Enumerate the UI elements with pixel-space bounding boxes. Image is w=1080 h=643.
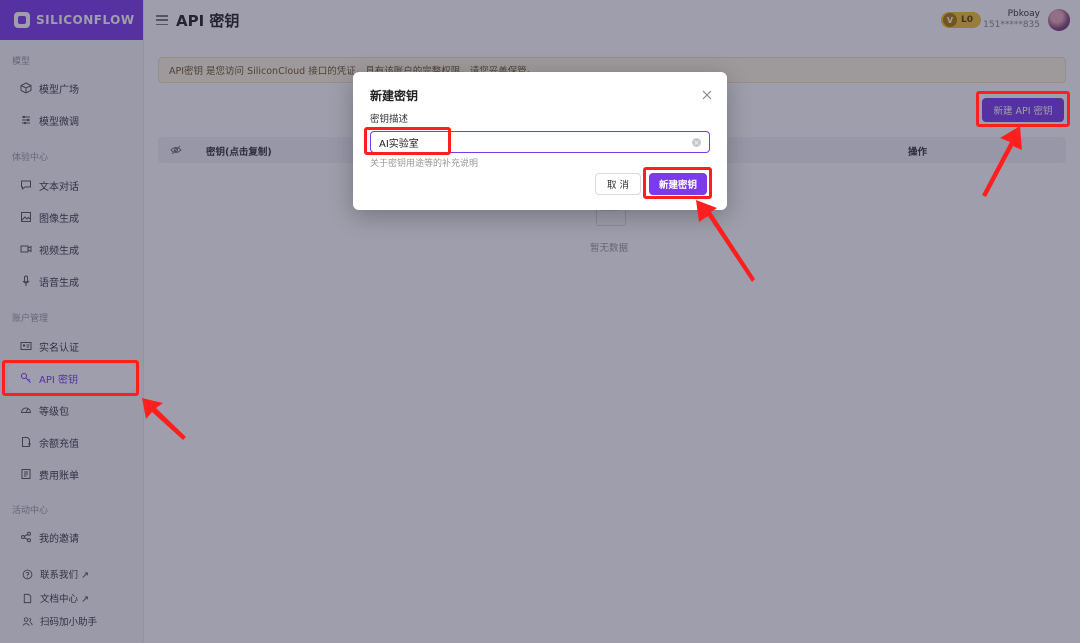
field-hint: 关于密钥用途等的补充说明: [370, 159, 479, 169]
annotation-box-new-key: [976, 91, 1070, 127]
close-icon[interactable]: [701, 86, 713, 100]
annotation-box-input: [364, 127, 451, 155]
annotation-box-submit: [643, 167, 712, 199]
clear-input-icon[interactable]: ×: [692, 138, 701, 147]
annotation-box-sidebar-api: [2, 360, 139, 396]
cancel-button[interactable]: 取 消: [595, 173, 641, 195]
dialog-title: 新建密钥: [370, 89, 419, 103]
field-label: 密钥描述: [370, 114, 409, 125]
